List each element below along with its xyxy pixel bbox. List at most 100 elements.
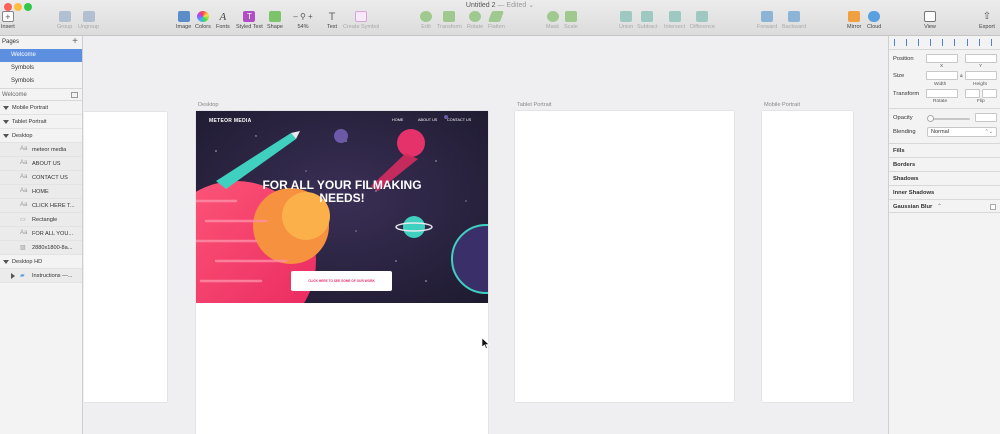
select-arrows-icon: ⌃⌄: [984, 129, 993, 135]
transform-button[interactable]: Transform: [437, 11, 462, 30]
export-button[interactable]: ⇧ Export: [979, 11, 995, 30]
position-label: Position: [893, 56, 914, 62]
mirror-button[interactable]: Mirror: [847, 11, 861, 30]
lock-icon[interactable]: 🔒︎: [960, 73, 963, 79]
intersect-button[interactable]: Intersect: [664, 11, 685, 30]
layer-text-home[interactable]: Aa HOME: [0, 185, 82, 199]
distribute-horizontal-icon[interactable]: [967, 39, 973, 46]
sketch-window: Untitled 2 — Edited ⌄ + Insert Group Ung…: [0, 0, 1000, 434]
artboard-label-tablet[interactable]: Tablet Portrait: [517, 102, 552, 108]
pages-header: Pages +: [2, 36, 78, 47]
fonts-button[interactable]: A Fonts: [216, 11, 230, 31]
chevron-down-icon[interactable]: ⌄: [528, 2, 534, 9]
cloud-button[interactable]: Cloud: [867, 11, 881, 30]
flatten-button[interactable]: Flatten: [488, 11, 505, 30]
hero-headline: FOR ALL YOUR FILMAKING NEEDS!: [262, 178, 422, 205]
forward-button[interactable]: Forward: [757, 11, 777, 30]
opacity-slider-knob[interactable]: [927, 115, 934, 122]
ungroup-button[interactable]: Ungroup: [78, 11, 99, 30]
layer-text-about-us[interactable]: Aa ABOUT US: [0, 157, 82, 171]
colors-button[interactable]: Colors: [195, 11, 211, 30]
align-center-icon[interactable]: [906, 39, 912, 46]
height-input[interactable]: [965, 71, 997, 80]
y-label: Y: [979, 64, 983, 69]
page-item-symbols-2[interactable]: Symbols: [0, 75, 82, 88]
layer-text-headline[interactable]: Aa FOR ALL YOU...: [0, 227, 82, 241]
group-button[interactable]: Group: [57, 11, 72, 30]
section-borders[interactable]: Borders: [889, 157, 1000, 171]
symbol-icon: [355, 11, 368, 22]
artboard-offscreen[interactable]: [84, 112, 167, 402]
backward-button[interactable]: Backward: [782, 11, 806, 30]
shape-button[interactable]: Shape: [267, 11, 283, 30]
mask-button[interactable]: Mask: [546, 11, 559, 30]
layer-group-instructions[interactable]: ▰ Instructions —...: [0, 269, 82, 283]
align-bottom-icon[interactable]: [954, 39, 960, 46]
add-page-icon[interactable]: +: [72, 36, 78, 47]
scale-button[interactable]: Scale: [564, 11, 578, 30]
layer-artboard-tablet-portrait[interactable]: Tablet Portrait: [0, 115, 82, 129]
section-fills[interactable]: Fills: [889, 143, 1000, 157]
view-button[interactable]: View: [924, 11, 936, 30]
hero-image: METEOR MEDIA HOME ABOUT US CONTACT US FO…: [196, 111, 488, 303]
layer-shape-rectangle[interactable]: ▭ Rectangle: [0, 213, 82, 227]
rotate-button[interactable]: Rotate: [467, 11, 483, 30]
section-gaussian-blur[interactable]: Gaussian Blur ⌃: [889, 199, 1000, 213]
image-button[interactable]: Image: [176, 11, 191, 30]
width-input[interactable]: [926, 71, 958, 80]
zoom-control[interactable]: – ⚲ + 54%: [291, 11, 315, 30]
artboard-mobile-portrait[interactable]: [762, 111, 853, 402]
edit-button[interactable]: Edit: [420, 11, 432, 30]
artboard-desktop[interactable]: METEOR MEDIA HOME ABOUT US CONTACT US FO…: [196, 111, 488, 434]
layer-text-click-here[interactable]: Aa CLICK HERE T...: [0, 199, 82, 213]
page-item-symbols[interactable]: Symbols: [0, 62, 82, 75]
view-icon: [924, 11, 936, 22]
align-left-icon[interactable]: [894, 39, 900, 46]
chevron-updown-icon[interactable]: ⌃: [937, 204, 942, 210]
flip-horizontal-button[interactable]: [965, 89, 980, 98]
align-top-icon[interactable]: [930, 39, 936, 46]
artboard-tablet-portrait[interactable]: [515, 111, 734, 402]
difference-button[interactable]: Difference: [690, 11, 715, 30]
layer-artboard-desktop[interactable]: Desktop: [0, 129, 82, 143]
opacity-slider[interactable]: [928, 118, 970, 120]
current-page-header[interactable]: Welcome: [0, 88, 82, 101]
send-backward-icon: [788, 11, 801, 22]
opacity-input[interactable]: [975, 113, 997, 122]
position-y-input[interactable]: [965, 54, 997, 63]
section-shadows[interactable]: Shadows: [889, 171, 1000, 185]
layer-artboard-mobile-portrait[interactable]: Mobile Portrait: [0, 101, 82, 115]
position-x-input[interactable]: [926, 54, 958, 63]
magnifier-icon: – ⚲ +: [293, 12, 313, 21]
scale-icon: [564, 11, 577, 22]
artboard-label-mobile[interactable]: Mobile Portrait: [764, 102, 800, 108]
align-right-icon[interactable]: [918, 39, 924, 46]
styled-text-button[interactable]: T Styled Text: [236, 11, 263, 30]
layer-image-background[interactable]: ▨ 2880x1800-8a...: [0, 241, 82, 255]
text-button[interactable]: T Text: [326, 11, 338, 31]
blur-enable-checkbox[interactable]: [990, 204, 996, 210]
artboard-label-desktop[interactable]: Desktop: [198, 102, 219, 108]
insert-button[interactable]: + Insert: [1, 11, 15, 30]
layer-text-meteor-media[interactable]: Aa meteor media: [0, 143, 82, 157]
subtract-button[interactable]: Subtract: [637, 11, 657, 30]
alignment-toolbar: [889, 36, 1000, 50]
collapse-icon[interactable]: [71, 92, 78, 98]
text-layer-icon: Aa: [20, 160, 28, 166]
align-middle-icon[interactable]: [942, 39, 948, 46]
transform-label: Transform: [893, 91, 920, 97]
distribute-vertical-icon[interactable]: [979, 39, 985, 46]
canvas[interactable]: Desktop METEOR MEDIA HOME ABOUT US CONTA…: [84, 36, 888, 434]
divider: [889, 108, 1000, 109]
union-button[interactable]: Union: [619, 11, 633, 30]
section-inner-shadows[interactable]: Inner Shadows: [889, 185, 1000, 199]
cloud-icon: [868, 11, 881, 22]
blending-select[interactable]: Normal ⌃⌄: [927, 127, 997, 137]
resize-icon[interactable]: [991, 39, 997, 46]
create-symbol-button[interactable]: Create Symbol: [343, 11, 379, 30]
flip-vertical-button[interactable]: [982, 89, 997, 98]
layer-text-contact-us[interactable]: Aa CONTACT US: [0, 171, 82, 185]
page-item-welcome[interactable]: Welcome: [0, 49, 82, 62]
rotate-input[interactable]: [926, 89, 958, 98]
layer-artboard-desktop-hd[interactable]: Desktop HD: [0, 255, 82, 269]
